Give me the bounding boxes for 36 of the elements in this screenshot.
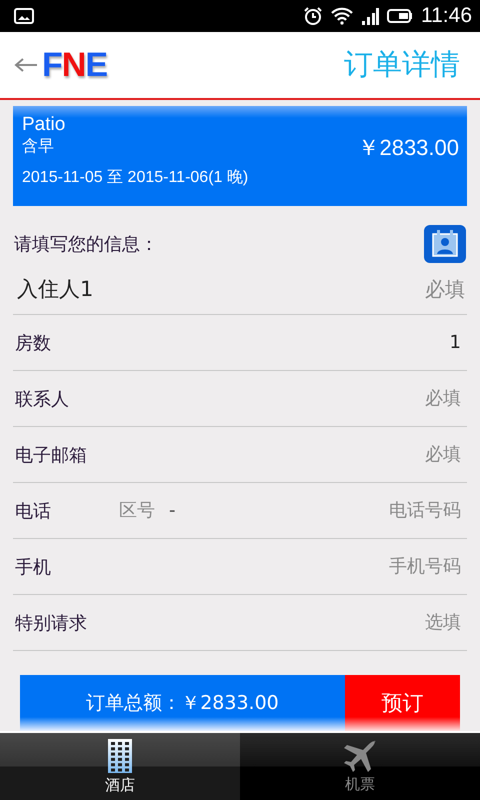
field-label: 特别请求 — [15, 612, 87, 634]
order-total: 订单总额：￥2833.00 — [20, 675, 345, 731]
room-price: ￥2833.00 — [357, 134, 459, 162]
field-label: 入住人1 — [17, 276, 94, 303]
input-field[interactable]: 手机号码 — [59, 548, 467, 584]
area-code-field[interactable]: 区号 — [59, 492, 161, 528]
image-icon — [14, 8, 34, 24]
meal-info: 含早 — [22, 136, 55, 157]
phone-field[interactable]: 电话号码 — [184, 492, 467, 528]
page-title: 订单详情 — [344, 46, 460, 83]
building-icon — [107, 738, 133, 774]
input-field[interactable]: 1 — [59, 324, 467, 360]
clock-time: 11:46 — [421, 4, 472, 28]
input-field[interactable]: 必填 — [101, 271, 467, 307]
field-label: 电子邮箱 — [15, 444, 87, 466]
field-label: 联系人 — [15, 388, 69, 410]
input-field[interactable]: 必填 — [95, 436, 467, 472]
signal-icon — [361, 7, 379, 25]
back-arrow-icon[interactable] — [14, 58, 38, 72]
wifi-icon — [331, 7, 353, 25]
field-label: 电话 — [15, 500, 51, 522]
tab[interactable]: 酒店 — [0, 733, 240, 800]
input-field[interactable]: 选填 — [95, 604, 467, 640]
field-label: 手机 — [15, 556, 51, 578]
alarm-icon — [303, 6, 323, 26]
form-prompt: 请填写您的信息： — [14, 233, 158, 256]
airplane-icon — [342, 739, 378, 773]
stay-dates: 2015-11-05 至 2015-11-06(1 晚) — [22, 168, 250, 188]
room-name: Patio — [22, 114, 66, 136]
separator-dash: - — [169, 500, 176, 521]
contact-card-icon[interactable] — [423, 224, 467, 264]
input-field[interactable]: 必填 — [77, 380, 467, 416]
field-label: 房数 — [15, 332, 51, 354]
book-button[interactable]: 预订 — [345, 675, 460, 731]
battery-icon — [387, 9, 413, 23]
logo: FNE — [42, 46, 108, 84]
